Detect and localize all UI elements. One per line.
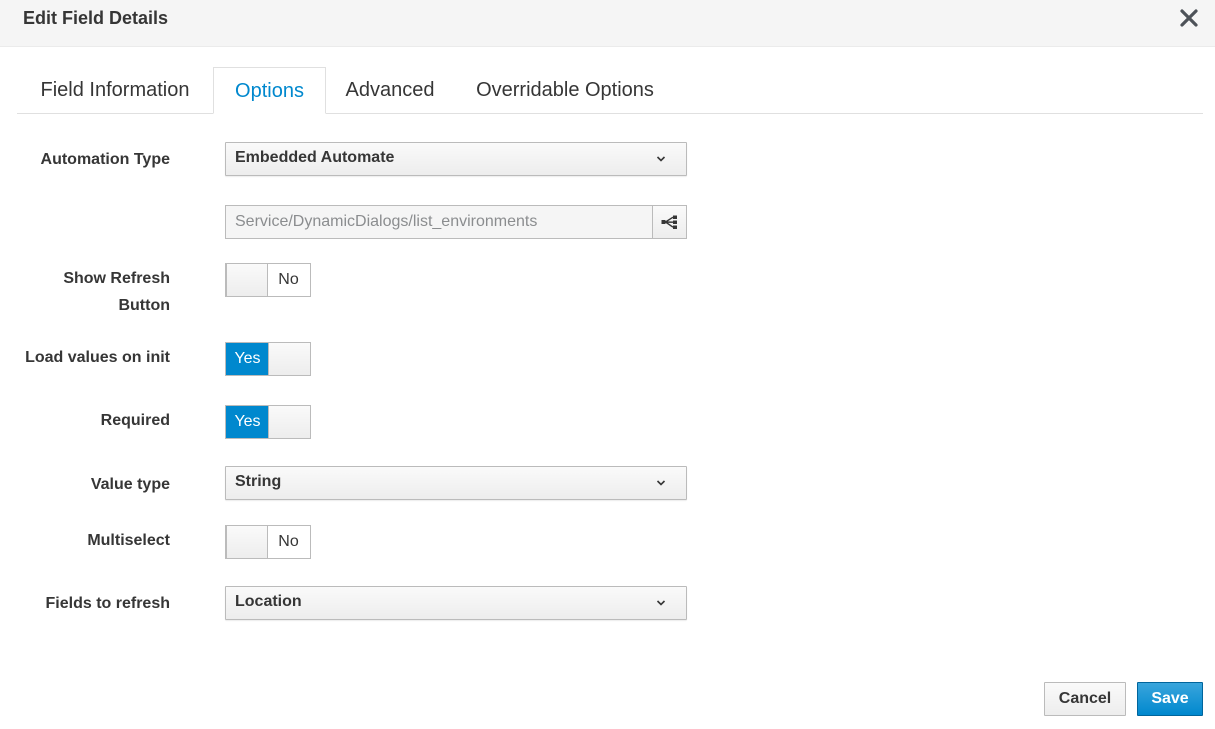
automation-type-label: Automation Type [40, 151, 170, 168]
multiselect-toggle[interactable]: No [225, 525, 311, 559]
required-toggle[interactable]: Yes [225, 405, 311, 439]
entry-point-browse-button[interactable] [652, 205, 687, 239]
entry-point-input[interactable] [225, 205, 653, 239]
close-icon [1180, 9, 1198, 27]
chevron-down-icon [656, 156, 666, 162]
chevron-down-icon [656, 600, 666, 606]
fields-to-refresh-label: Fields to refresh [45, 595, 170, 612]
tab-bar: Field Information Options Advanced Overr… [17, 67, 1203, 114]
tab-options[interactable]: Options [213, 67, 326, 114]
load-values-state: Yes [226, 343, 269, 375]
close-button[interactable] [1177, 6, 1201, 30]
automation-type-select[interactable]: Embedded Automate [225, 142, 687, 176]
automation-type-value: Embedded Automate [235, 149, 395, 166]
cancel-button[interactable]: Cancel [1044, 682, 1126, 716]
load-values-label: Load values on init [25, 349, 170, 366]
toggle-knob [225, 263, 268, 297]
show-refresh-label-line1: Show Refresh [63, 270, 170, 287]
fields-to-refresh-select[interactable]: Location [225, 586, 687, 620]
show-refresh-toggle[interactable]: No [225, 263, 311, 297]
chevron-down-icon [656, 480, 666, 486]
required-state: Yes [226, 406, 269, 438]
sitemap-icon [661, 215, 677, 229]
dialog-title: Edit Field Details [23, 8, 169, 28]
multiselect-state: No [278, 533, 299, 550]
load-values-toggle[interactable]: Yes [225, 342, 311, 376]
fields-to-refresh-value: Location [235, 593, 302, 610]
toggle-knob [225, 525, 268, 559]
tab-advanced[interactable]: Advanced [326, 67, 454, 113]
multiselect-label: Multiselect [87, 532, 170, 549]
save-button[interactable]: Save [1137, 682, 1203, 716]
show-refresh-label-line2: Button [118, 297, 170, 314]
value-type-select[interactable]: String [225, 466, 687, 500]
show-refresh-state: No [278, 271, 299, 288]
show-refresh-label: Show Refresh Button [63, 265, 170, 319]
value-type-value: String [235, 473, 282, 490]
tab-field-information[interactable]: Field Information [17, 67, 213, 113]
value-type-label: Value type [90, 476, 170, 493]
dialog-header: Edit Field Details [0, 0, 1215, 47]
tab-overridable-options[interactable]: Overridable Options [454, 67, 676, 113]
toggle-knob [268, 405, 311, 439]
required-label: Required [100, 412, 170, 429]
toggle-knob [268, 342, 311, 376]
